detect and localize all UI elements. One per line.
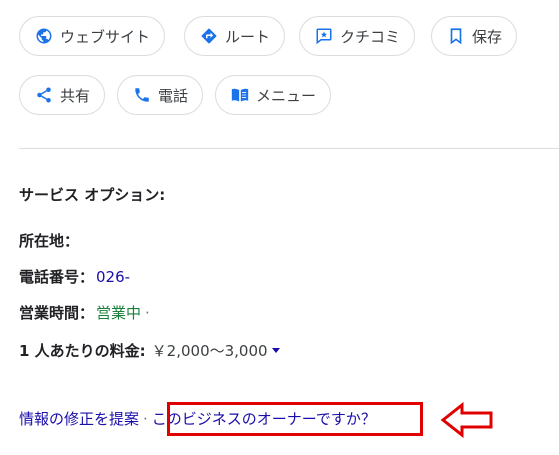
globe-icon xyxy=(34,26,54,46)
business-panel: ウェブサイト ルート クチコミ 保存 共有 電話 メニュー サービス オプション… xyxy=(0,0,559,455)
price-label: 1 人あたりの料金: xyxy=(19,342,146,360)
service-options-label: サービス オプション: xyxy=(19,186,166,204)
reviews-button[interactable]: クチコミ xyxy=(299,16,416,56)
route-button[interactable]: ルート xyxy=(184,16,286,56)
route-button-label: ルート xyxy=(225,27,271,46)
owner-highlight-box xyxy=(167,402,423,436)
price-row: 1 人あたりの料金: ￥2,000～3,000 xyxy=(19,340,280,361)
share-button-label: 共有 xyxy=(60,86,91,105)
save-button-label: 保存 xyxy=(472,27,503,46)
bookmark-icon xyxy=(446,26,466,46)
website-button[interactable]: ウェブサイト xyxy=(19,16,166,56)
directions-icon xyxy=(199,26,219,46)
address-label: 所在地： xyxy=(19,232,80,250)
left-arrow-icon xyxy=(440,401,494,442)
phone-number-link[interactable]: 026- xyxy=(96,268,130,286)
hours-status[interactable]: 営業中 xyxy=(96,302,141,323)
footer-separator: · xyxy=(143,410,148,428)
save-button[interactable]: 保存 xyxy=(431,16,518,56)
address-row: 所在地： xyxy=(19,230,79,251)
phone-icon xyxy=(132,85,152,105)
share-button[interactable]: 共有 xyxy=(19,75,106,115)
hours-separator: · xyxy=(145,304,150,322)
phone-label: 電話番号： xyxy=(19,268,95,286)
chevron-down-icon[interactable] xyxy=(271,348,280,353)
review-icon xyxy=(314,26,334,46)
hours-row: 営業時間： 営業中 · xyxy=(19,302,150,323)
price-value: ￥2,000～3,000 xyxy=(151,342,268,360)
phone-button-label: 電話 xyxy=(158,86,189,105)
share-icon xyxy=(34,85,54,105)
website-button-label: ウェブサイト xyxy=(60,27,151,46)
phone-row: 電話番号： 026- xyxy=(19,266,130,287)
menu-button[interactable]: メニュー xyxy=(215,75,332,115)
section-divider xyxy=(19,148,559,149)
reviews-button-label: クチコミ xyxy=(340,27,401,46)
phone-button[interactable]: 電話 xyxy=(117,75,204,115)
service-options-row: サービス オプション: xyxy=(19,184,165,205)
menu-button-label: メニュー xyxy=(256,86,317,105)
menu-book-icon xyxy=(230,85,250,105)
suggest-edit-link[interactable]: 情報の修正を提案 xyxy=(19,408,139,429)
hours-label: 営業時間： xyxy=(19,304,95,322)
